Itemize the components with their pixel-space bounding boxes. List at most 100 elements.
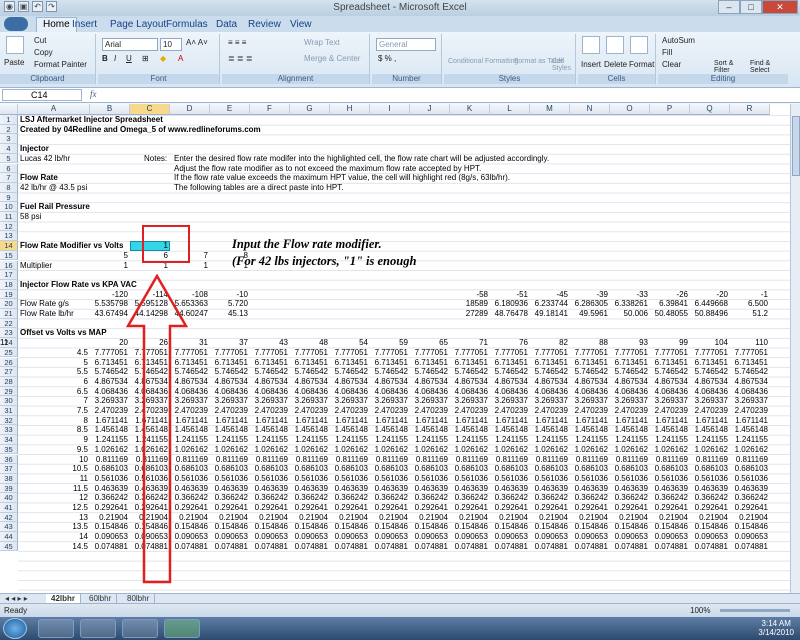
column-header-G[interactable]: G: [290, 104, 330, 115]
insert-button[interactable]: Insert: [581, 60, 601, 69]
borders-icon[interactable]: ⊞: [142, 54, 149, 63]
row-header-44[interactable]: 44: [0, 532, 18, 542]
row-header-14[interactable]: 14: [0, 241, 18, 251]
zoom-slider[interactable]: [720, 609, 790, 612]
row-header-20[interactable]: 20: [0, 299, 18, 309]
tab-view[interactable]: View: [290, 19, 312, 30]
row-header-3[interactable]: 3: [0, 134, 18, 145]
row-header-43[interactable]: 43: [0, 522, 18, 533]
clear-button[interactable]: Clear: [662, 60, 681, 69]
row-header-21[interactable]: 21: [0, 309, 18, 319]
row-header-42[interactable]: 42: [0, 512, 18, 523]
office-button-tab[interactable]: [4, 17, 28, 31]
underline-button[interactable]: U: [126, 54, 132, 63]
select-all-corner[interactable]: [0, 104, 18, 115]
row-header-32[interactable]: 32: [0, 415, 18, 426]
row-header-29[interactable]: 29: [0, 386, 18, 397]
excel-taskbar-icon[interactable]: [164, 619, 200, 638]
row-header-37[interactable]: 37: [0, 464, 18, 474]
tab-data[interactable]: Data: [216, 19, 237, 30]
currency-icon[interactable]: $ % ,: [378, 54, 396, 63]
column-header-O[interactable]: O: [610, 104, 650, 115]
column-header-P[interactable]: P: [650, 104, 690, 115]
row-header-26[interactable]: 26: [0, 357, 18, 368]
align-left-icon[interactable]: ≣ ≣ ≣: [228, 54, 253, 63]
column-header-H[interactable]: H: [330, 104, 370, 115]
row-header-27[interactable]: 27: [0, 367, 18, 377]
cut-button[interactable]: Cut: [34, 36, 46, 45]
column-header-E[interactable]: E: [210, 104, 250, 115]
row-header-12[interactable]: 12: [0, 221, 18, 232]
zoom-level[interactable]: 100%: [690, 606, 710, 615]
column-header-J[interactable]: J: [410, 104, 450, 115]
cell-styles-button[interactable]: Cell Styles: [552, 58, 576, 72]
grow-font-button[interactable]: A˄ A˅: [186, 38, 208, 47]
column-header-M[interactable]: M: [530, 104, 570, 115]
row-header-30[interactable]: 30: [0, 396, 18, 406]
row-header-38[interactable]: 38: [0, 473, 18, 484]
row-header-13[interactable]: 13: [0, 231, 18, 242]
column-header-L[interactable]: L: [490, 104, 530, 115]
row-header-16[interactable]: 16: [0, 260, 18, 271]
align-top-icon[interactable]: ≡ ≡ ≡: [228, 38, 246, 47]
column-header-F[interactable]: F: [250, 104, 290, 115]
tab-review[interactable]: Review: [248, 19, 281, 30]
row-header-35[interactable]: 35: [0, 444, 18, 455]
start-button[interactable]: [3, 618, 27, 639]
paste-button[interactable]: Paste: [4, 58, 24, 67]
row-header-19[interactable]: 19: [0, 289, 18, 300]
tab-home[interactable]: Home: [36, 17, 77, 32]
row-header-5[interactable]: 5: [0, 153, 18, 164]
row-header-2[interactable]: 2: [0, 124, 18, 135]
column-header-K[interactable]: K: [450, 104, 490, 115]
scroll-thumb[interactable]: [792, 116, 800, 176]
row-header-15[interactable]: 15: [0, 250, 18, 261]
column-header-Q[interactable]: Q: [690, 104, 730, 115]
row-header-33[interactable]: 33: [0, 425, 18, 436]
row-header-9[interactable]: 9: [0, 192, 18, 203]
bold-button[interactable]: B: [102, 54, 108, 63]
column-header-N[interactable]: N: [570, 104, 610, 115]
wrap-text-button[interactable]: Wrap Text: [304, 38, 340, 47]
fx-icon[interactable]: fx: [90, 89, 97, 99]
insert-cells-icon[interactable]: [582, 36, 600, 54]
merge-center-button[interactable]: Merge & Center: [304, 54, 360, 63]
column-header-D[interactable]: D: [170, 104, 210, 115]
row-header-40[interactable]: 40: [0, 493, 18, 503]
row-header-34[interactable]: 34: [0, 435, 18, 445]
find-select-button[interactable]: Find & Select: [750, 60, 784, 74]
column-header-A[interactable]: A: [18, 104, 90, 115]
autosum-button[interactable]: AutoSum: [662, 36, 695, 45]
ie-icon[interactable]: [38, 619, 74, 638]
vertical-scrollbar[interactable]: [790, 104, 800, 593]
paste-icon[interactable]: [6, 36, 24, 54]
number-format-select[interactable]: General: [376, 38, 436, 51]
font-color-icon[interactable]: A: [178, 54, 183, 63]
row-header-17[interactable]: 17: [0, 270, 18, 280]
maximize-button[interactable]: □: [740, 0, 762, 14]
row-header-25[interactable]: 25: [0, 347, 18, 358]
minimize-button[interactable]: –: [718, 0, 740, 14]
row-header-6[interactable]: 6: [0, 163, 18, 174]
column-header-I[interactable]: I: [370, 104, 410, 115]
game-icon[interactable]: [122, 619, 158, 638]
conditional-formatting-button[interactable]: Conditional Formatting: [448, 58, 518, 65]
row-header-28[interactable]: 28: [0, 376, 18, 387]
row-header-36[interactable]: 36: [0, 454, 18, 465]
column-header-B[interactable]: B: [90, 104, 130, 115]
row-header-10[interactable]: 10: [0, 202, 18, 212]
row-header-23[interactable]: 23: [0, 328, 18, 339]
close-button[interactable]: ✕: [762, 0, 798, 14]
folder-icon[interactable]: [80, 619, 116, 638]
delete-button[interactable]: Delete: [604, 60, 627, 69]
sort-filter-button[interactable]: Sort & Filter: [714, 60, 746, 74]
row-header-1[interactable]: 1: [0, 115, 18, 125]
fill-button[interactable]: Fill: [662, 48, 672, 57]
row-header-31[interactable]: 31: [0, 406, 18, 416]
italic-button[interactable]: I: [114, 54, 116, 63]
name-box[interactable]: C14: [2, 89, 82, 101]
fill-color-icon[interactable]: ◆: [160, 54, 166, 63]
row-header-45[interactable]: 45: [0, 541, 18, 552]
tab-insert[interactable]: Insert: [72, 19, 97, 30]
row-header-18[interactable]: 18: [0, 279, 18, 290]
